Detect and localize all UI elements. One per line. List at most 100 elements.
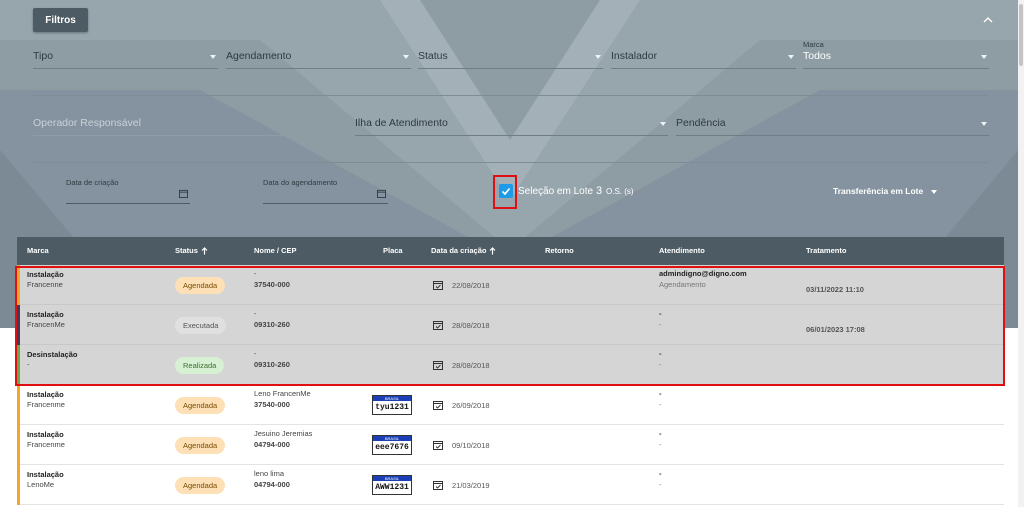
pendencia-select[interactable]: Pendência: [676, 112, 989, 136]
row-nome: -: [254, 309, 257, 318]
license-plate: BRASIL tyu1231: [372, 395, 412, 415]
table-row[interactable]: Instalação LenoMe Agendada leno lima 04794-0…: [17, 465, 1004, 505]
header-placa-label: Placa: [383, 246, 403, 255]
operador-input[interactable]: Operador Responsável: [33, 112, 345, 136]
ilha-select[interactable]: Ilha de Atendimento: [355, 112, 668, 136]
agendamento-select[interactable]: Agendamento: [226, 45, 411, 69]
license-plate: BRASIL eee7676: [372, 435, 412, 455]
row-cep: 37540-000: [254, 400, 290, 409]
status-label: Status: [418, 50, 448, 62]
calendar-check-icon: [433, 361, 443, 370]
row-cep: 09310-260: [254, 320, 290, 329]
row-tipo: Instalação: [27, 270, 64, 279]
table-row[interactable]: Instalação FrancenMe Executada - 09310-260 28…: [17, 305, 1004, 345]
filters-button[interactable]: Filtros: [33, 8, 88, 32]
calendar-check-icon: [433, 281, 443, 290]
caret-down-icon[interactable]: [931, 190, 937, 194]
status-select[interactable]: Status: [418, 45, 603, 69]
header-tratamento[interactable]: Tratamento: [806, 246, 846, 255]
scrollbar[interactable]: [1018, 0, 1024, 507]
row-marca: LenoMe: [27, 480, 55, 489]
row-atendimento-detail: -: [659, 400, 662, 409]
row-tipo: Instalação: [27, 310, 64, 319]
row-cep: 04794-000: [254, 440, 290, 449]
row-cep: 09310-260: [254, 360, 290, 369]
header-data[interactable]: Data da criação: [431, 246, 496, 255]
lote-unit: O.S. (s): [606, 187, 634, 196]
orders-table: Marca Status Nome / CEP Placa Data da cr…: [17, 237, 1004, 505]
row-atendimento: -: [659, 469, 662, 478]
row-data: 28/08/2018: [452, 321, 490, 330]
row-nome: -: [254, 349, 257, 358]
status-badge: Executada: [175, 317, 227, 334]
tipo-select[interactable]: Tipo: [33, 45, 218, 69]
row-atendimento-detail: -: [659, 320, 662, 329]
row-data: 28/08/2018: [452, 361, 490, 370]
row-atendimento: -: [659, 429, 662, 438]
row-atendimento: -: [659, 309, 662, 318]
caret-down-icon: [403, 55, 409, 59]
table-row[interactable]: Instalação Francenme Agendada Jesuino Jerem…: [17, 425, 1004, 465]
chevron-up-icon[interactable]: [982, 15, 994, 25]
row-marca: Francenme: [27, 400, 65, 409]
row-tipo: Desinstalação: [27, 350, 78, 359]
status-badge: Agendada: [175, 437, 226, 454]
lote-checkbox[interactable]: [499, 184, 513, 198]
table-row[interactable]: Instalação Francenme Agendada Leno FrancenM…: [17, 385, 1004, 425]
row-data: 26/09/2018: [452, 401, 490, 410]
divider: [33, 162, 989, 163]
row-atendimento-detail: -: [659, 360, 662, 369]
header-placa[interactable]: Placa: [383, 246, 403, 255]
pendencia-label: Pendência: [676, 117, 726, 129]
row-atendimento: -: [659, 349, 662, 358]
calendar-icon[interactable]: [179, 189, 188, 198]
row-tipo: Instalação: [27, 430, 64, 439]
header-status-label: Status: [175, 246, 198, 255]
row-marca: Francenne: [27, 280, 63, 289]
marca-value: Todos: [803, 50, 832, 62]
header-atendimento[interactable]: Atendimento: [659, 246, 705, 255]
marca-select[interactable]: Marca Todos: [803, 40, 989, 69]
operador-label: Operador Responsável: [33, 117, 141, 129]
row-marca: Francenme: [27, 440, 65, 449]
header-retorno[interactable]: Retorno: [545, 246, 574, 255]
row-atendimento: -: [659, 389, 662, 398]
row-nome: leno lima: [254, 469, 285, 478]
scrollbar-thumb[interactable]: [1019, 4, 1023, 66]
table-row[interactable]: Desinstalação - Realizada - 09310-260 28/08/2…: [17, 345, 1004, 385]
header-retorno-label: Retorno: [545, 246, 574, 255]
header-status[interactable]: Status: [175, 246, 208, 255]
status-badge: Realizada: [175, 357, 225, 374]
license-plate: BRASIL AWW1231: [372, 475, 412, 495]
header-nome[interactable]: Nome / CEP: [254, 246, 297, 255]
caret-down-icon: [210, 55, 216, 59]
divider: [33, 95, 989, 96]
sort-arrow-up-icon: [490, 246, 496, 254]
calendar-check-icon: [433, 321, 443, 330]
calendar-icon[interactable]: [377, 189, 386, 198]
instalador-select[interactable]: Instalador: [611, 45, 796, 69]
table-row[interactable]: Instalação Francenne Agendada - 37540-000 22/…: [17, 265, 1004, 305]
row-tipo: Instalação: [27, 470, 64, 479]
data-agendamento-field[interactable]: Data do agendamento: [263, 178, 388, 204]
caret-down-icon: [595, 55, 601, 59]
plate-number: eee7676: [375, 443, 409, 452]
header-atendimento-label: Atendimento: [659, 246, 705, 255]
data-agendamento-label: Data do agendamento: [263, 178, 338, 187]
status-badge: Agendada: [175, 477, 226, 494]
header-data-label: Data da criação: [431, 246, 487, 255]
data-criacao-field[interactable]: Data de criação: [66, 178, 190, 204]
row-atendimento: admindigno@digno.com: [659, 269, 747, 278]
header-tratamento-label: Tratamento: [806, 246, 847, 255]
caret-down-icon: [788, 55, 794, 59]
header-nome-label: Nome / CEP: [254, 246, 297, 255]
header-marca[interactable]: Marca: [27, 246, 49, 255]
check-icon: [501, 187, 511, 196]
status-color-bar: [17, 425, 20, 465]
tipo-label: Tipo: [33, 50, 54, 62]
instalador-label: Instalador: [611, 50, 658, 62]
transfer-lote-button[interactable]: Transferência em Lote: [833, 186, 923, 196]
row-tratamento: 06/01/2023 17:08: [806, 325, 865, 334]
status-color-bar: [17, 385, 20, 425]
calendar-check-icon: [433, 481, 443, 490]
